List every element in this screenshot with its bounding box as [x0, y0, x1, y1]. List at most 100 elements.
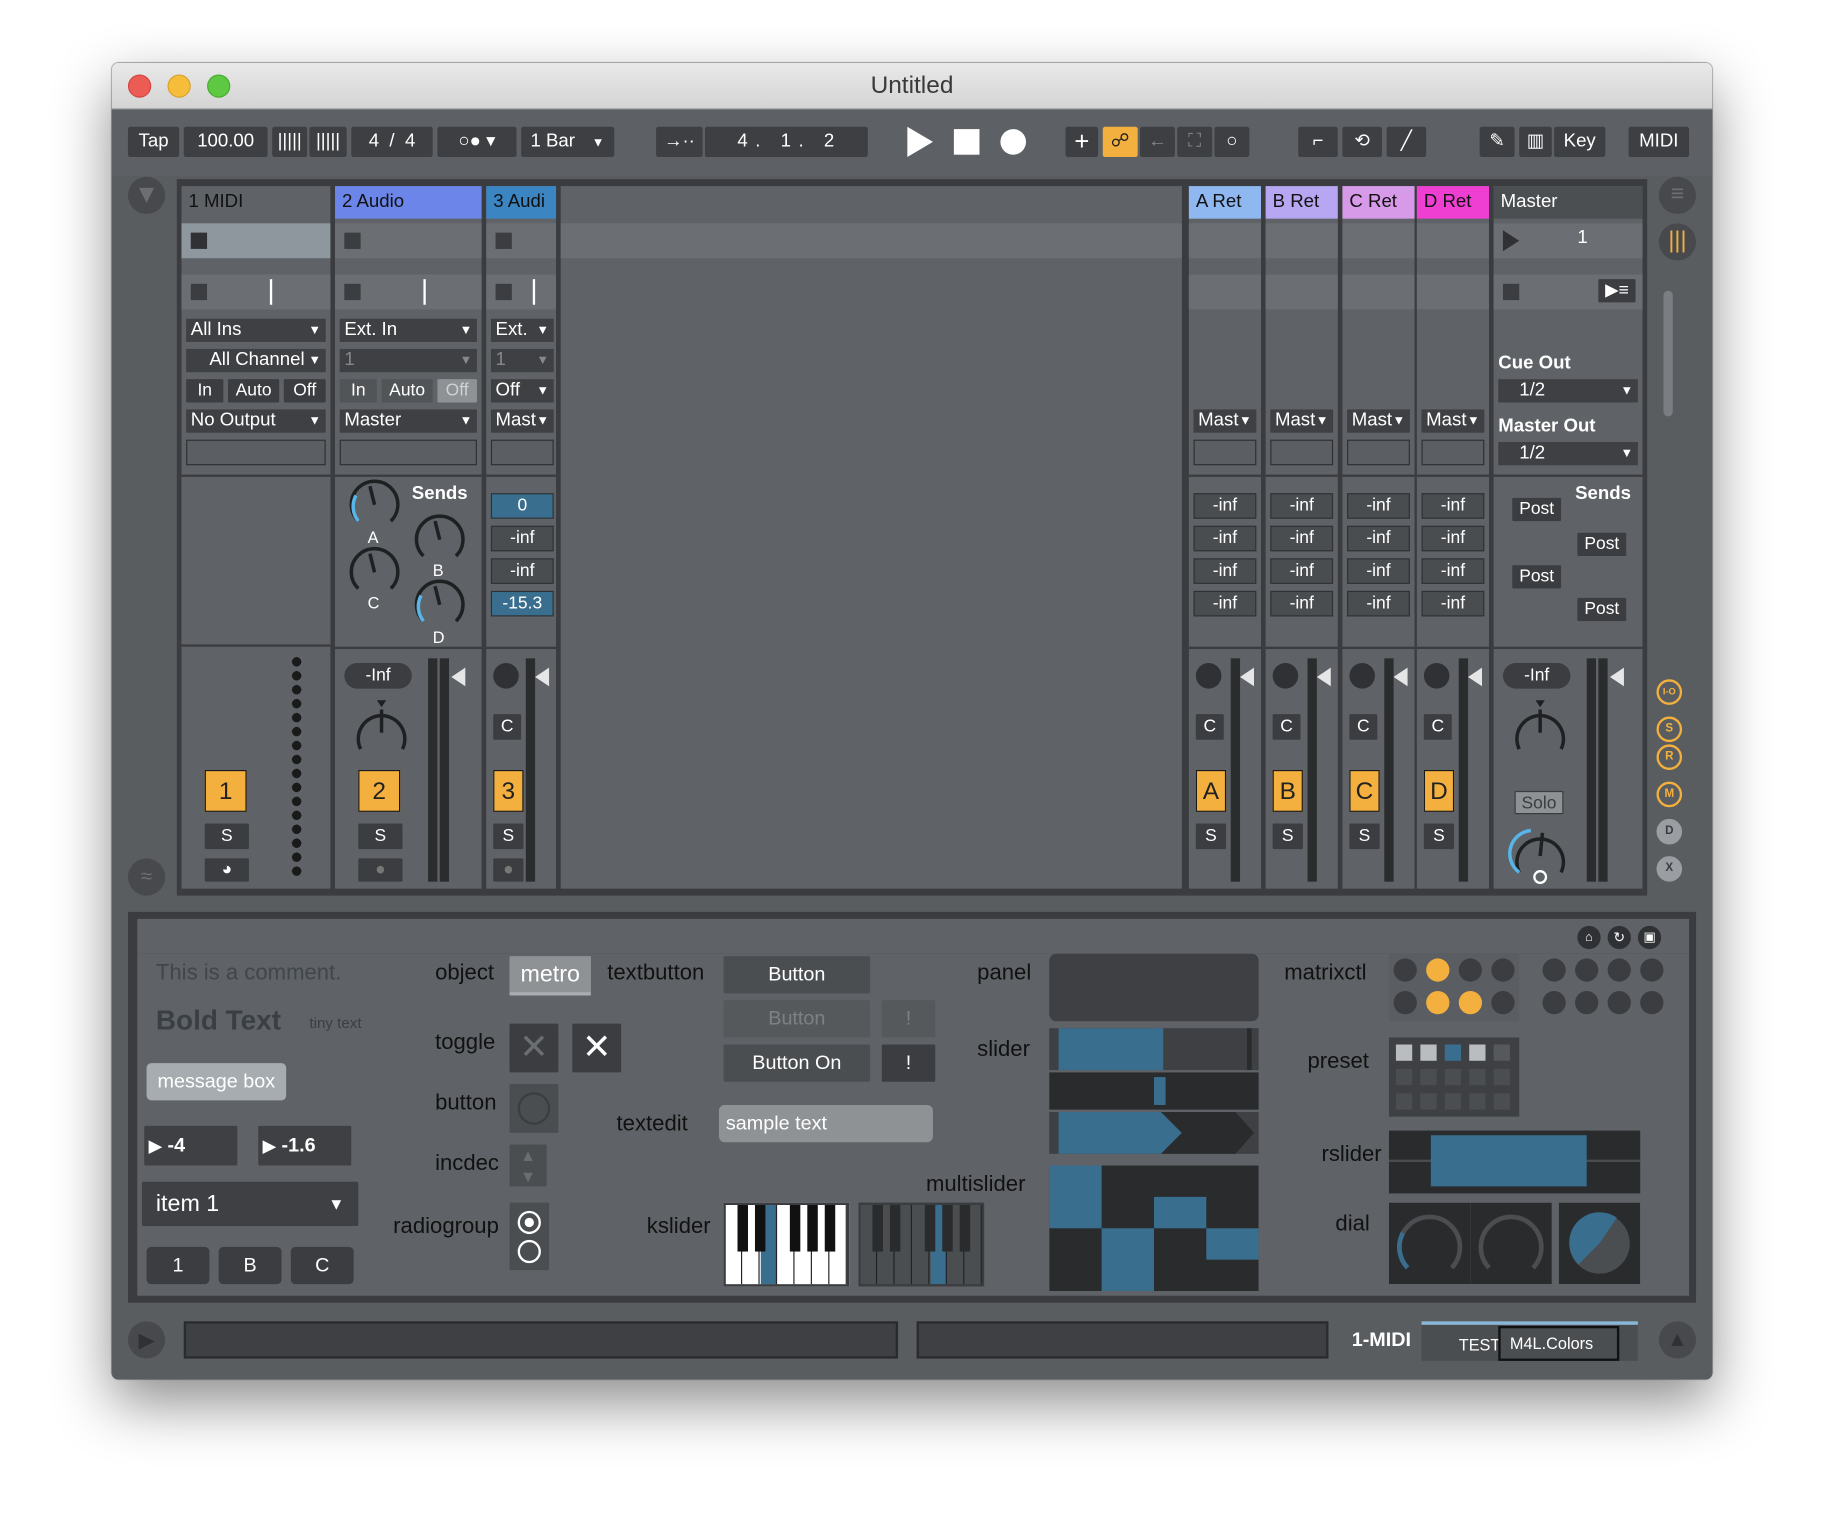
- preset-slot[interactable]: [1469, 1093, 1486, 1110]
- return-crossfade[interactable]: C: [1195, 714, 1224, 740]
- session-record-icon[interactable]: ○: [1214, 126, 1250, 158]
- preset-slot[interactable]: [1444, 1068, 1462, 1086]
- return-send-d[interactable]: -inf: [1270, 590, 1334, 617]
- record-icon[interactable]: [1000, 129, 1027, 155]
- toggle-off[interactable]: ✕: [509, 1023, 559, 1073]
- monitor-off-button[interactable]: Off: [283, 379, 326, 403]
- rslider-range[interactable]: [1430, 1135, 1587, 1187]
- return-output-channel[interactable]: [1270, 439, 1334, 466]
- kslider-black-key[interactable]: [942, 1205, 953, 1252]
- device-freeze-icon[interactable]: ⌂: [1577, 925, 1601, 950]
- midi-map-button[interactable]: MIDI: [1628, 126, 1690, 158]
- return-stop-slot[interactable]: [1342, 274, 1415, 310]
- preset-slot[interactable]: [1493, 1068, 1510, 1086]
- slider-3[interactable]: [1049, 1111, 1259, 1154]
- message-box[interactable]: message box: [146, 1063, 287, 1101]
- track-1-output[interactable]: No Output ▼: [186, 409, 326, 433]
- kslider-black-key[interactable]: [872, 1205, 883, 1252]
- return-send-d[interactable]: -inf: [1421, 590, 1485, 617]
- track-3-arm-icon[interactable]: ●: [493, 858, 524, 882]
- session-scrollbar[interactable]: [1663, 290, 1673, 417]
- browser-toggle-icon[interactable]: ▼: [127, 176, 166, 215]
- automation-arm-icon[interactable]: ☍: [1102, 126, 1138, 158]
- radio-unselected[interactable]: [517, 1239, 541, 1264]
- return-send-b[interactable]: -inf: [1270, 525, 1334, 552]
- volume-slider-handle[interactable]: [1393, 667, 1408, 687]
- track-2-volume[interactable]: -Inf: [344, 662, 412, 689]
- returns-toggle-button[interactable]: R: [1656, 744, 1683, 770]
- matrix-cell[interactable]: [1426, 990, 1450, 1015]
- kslider-black-key[interactable]: [737, 1205, 748, 1252]
- return-activator[interactable]: C: [1349, 769, 1380, 812]
- return-crossfade[interactable]: C: [1272, 714, 1301, 740]
- track-2-activator[interactable]: 2: [358, 769, 401, 812]
- io-toggle-button[interactable]: I-O: [1656, 679, 1683, 705]
- monitor-in-button[interactable]: In: [339, 379, 377, 403]
- kslider-black-key[interactable]: [924, 1205, 936, 1252]
- track-1-input[interactable]: All Ins ▼: [186, 318, 326, 342]
- track-2-output[interactable]: Master ▼: [339, 409, 477, 433]
- track-3-stop-slot[interactable]: [486, 274, 557, 310]
- track-3-clip-slot[interactable]: [486, 223, 557, 259]
- stop-clips-icon[interactable]: [344, 283, 361, 301]
- device-tab-m4l-colors[interactable]: M4L.Colors: [1498, 1325, 1620, 1361]
- slider-2-thumb[interactable]: [1153, 1077, 1166, 1105]
- track-3-output[interactable]: Mast ▼: [490, 409, 554, 433]
- return-send-c[interactable]: -inf: [1193, 558, 1257, 584]
- track-3-pan-icon[interactable]: [493, 662, 519, 689]
- volume-slider-handle[interactable]: [1316, 667, 1331, 687]
- return-solo[interactable]: S: [1272, 823, 1303, 850]
- clip-stop-icon[interactable]: [190, 232, 208, 249]
- metronome-button[interactable]: ○● ▾: [437, 126, 517, 158]
- master-solo-button[interactable]: Solo: [1514, 790, 1564, 815]
- volume-slider-handle[interactable]: [1240, 667, 1255, 687]
- device-refresh-icon[interactable]: ↻: [1607, 925, 1631, 950]
- dial-2[interactable]: [1470, 1202, 1552, 1285]
- dial-1[interactable]: [1388, 1202, 1471, 1285]
- preset-slot[interactable]: [1493, 1093, 1510, 1110]
- return-activator[interactable]: A: [1195, 769, 1227, 812]
- track-3-header[interactable]: 3 Audi: [486, 186, 557, 219]
- textbutton-on-aux[interactable]: !: [881, 1044, 936, 1082]
- matrix-cell[interactable]: [1491, 958, 1515, 982]
- volume-slider-handle[interactable]: [1609, 667, 1624, 687]
- matrix-cell[interactable]: [1575, 958, 1599, 982]
- return-send-b[interactable]: -inf: [1421, 525, 1485, 552]
- capture-icon[interactable]: ⛶: [1177, 126, 1213, 158]
- return-solo[interactable]: S: [1423, 823, 1455, 850]
- send-b-knob[interactable]: [414, 514, 465, 558]
- arrangement-position[interactable]: 4 . 1 . 2: [704, 126, 868, 158]
- return-send-a[interactable]: -inf: [1347, 493, 1410, 519]
- return-send-c[interactable]: -inf: [1421, 558, 1485, 584]
- kslider-black-key[interactable]: [789, 1205, 801, 1252]
- crossfader-toggle-icon[interactable]: X: [1656, 856, 1683, 882]
- return-crossfade[interactable]: C: [1423, 714, 1452, 740]
- track-1-stop-slot[interactable]: [181, 274, 331, 310]
- detail-view-toggle-icon[interactable]: ▲: [1658, 1321, 1697, 1359]
- number-box-int[interactable]: ▶ -4: [144, 1125, 238, 1166]
- tap-button[interactable]: Tap: [127, 126, 180, 158]
- clip-stop-icon[interactable]: [344, 232, 361, 249]
- matrix-cell[interactable]: [1426, 958, 1450, 982]
- return-stop-slot[interactable]: [1188, 274, 1261, 310]
- preset-slot[interactable]: [1420, 1093, 1437, 1110]
- toggle-on[interactable]: ✕: [572, 1023, 622, 1073]
- back-to-arrangement-icon[interactable]: ←: [1140, 126, 1175, 158]
- track-1-clip-slot[interactable]: [181, 223, 331, 259]
- groove-pool-icon[interactable]: ≈: [127, 858, 166, 896]
- send-d-knob[interactable]: [414, 579, 465, 623]
- keyboard-icon[interactable]: ▥: [1519, 126, 1552, 158]
- matrixctl-1[interactable]: [1388, 953, 1520, 1022]
- kslider-black-key[interactable]: [824, 1205, 836, 1252]
- mixer-view-icon[interactable]: |||: [1658, 223, 1697, 261]
- track-2-channel[interactable]: 1 ▼: [339, 348, 477, 373]
- track-2-header[interactable]: 2 Audio: [335, 186, 482, 219]
- slider-2[interactable]: [1049, 1072, 1259, 1110]
- return-activator[interactable]: D: [1423, 769, 1455, 812]
- cue-volume-knob[interactable]: [1508, 821, 1573, 886]
- bang-button[interactable]: [509, 1084, 559, 1133]
- track-3-activator[interactable]: 3: [493, 769, 524, 812]
- monitor-auto-button[interactable]: Auto: [381, 379, 433, 403]
- return-activator[interactable]: B: [1272, 769, 1303, 812]
- kslider-light[interactable]: [723, 1202, 850, 1287]
